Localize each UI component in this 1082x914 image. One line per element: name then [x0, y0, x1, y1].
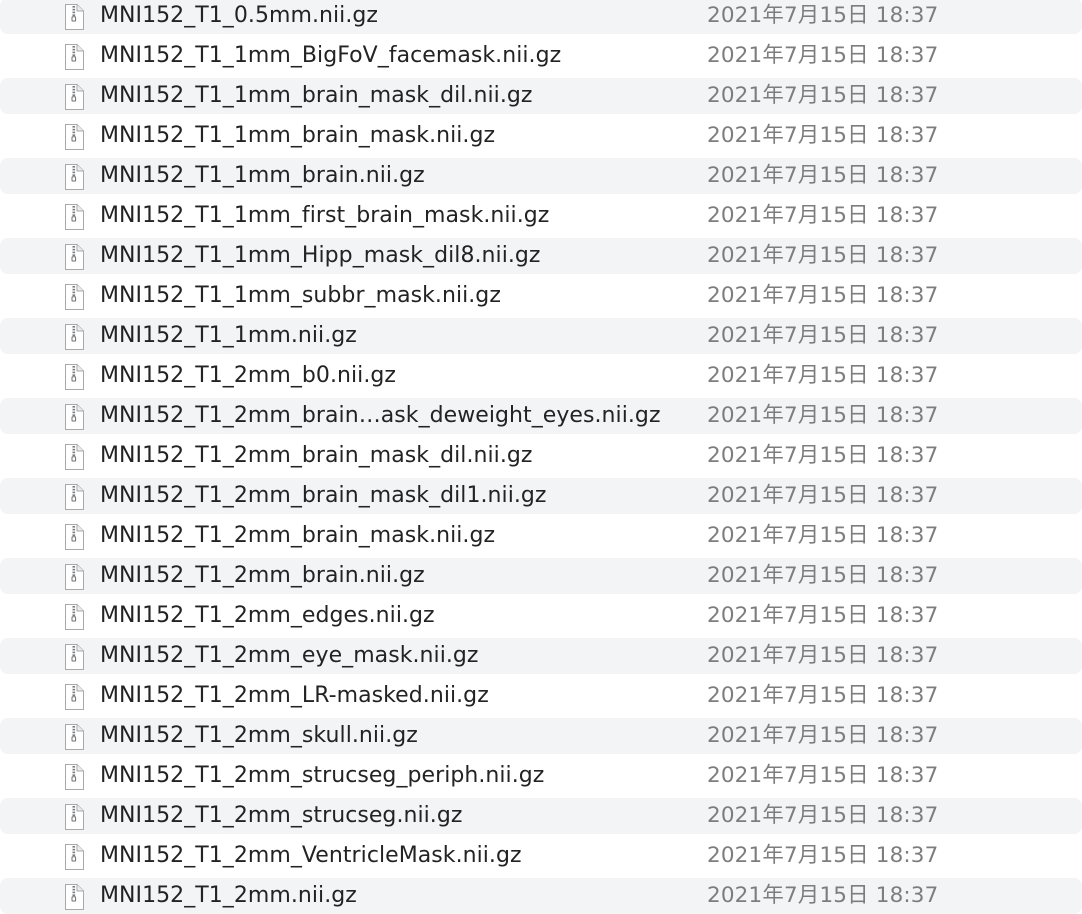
file-name: MNI152_T1_2mm_brain_mask_dil1.nii.gz [100, 483, 547, 508]
file-row[interactable]: MNI152_T1_2mm_brain.nii.gz 2021年7月15日 18… [0, 556, 1082, 596]
document-icon [65, 124, 84, 150]
file-date-modified: 2021年7月15日 18:37 [707, 763, 939, 788]
document-icon [65, 4, 84, 30]
file-row[interactable]: MNI152_T1_2mm_strucseg_periph.nii.gz 202… [0, 756, 1082, 796]
document-icon [65, 164, 84, 190]
file-row[interactable]: MNI152_T1_1mm_subbr_mask.nii.gz 2021年7月1… [0, 276, 1082, 316]
document-icon [65, 724, 84, 750]
file-date-modified: 2021年7月15日 18:37 [707, 283, 939, 308]
file-row[interactable]: MNI152_T1_0.5mm.nii.gz 2021年7月15日 18:37 [0, 0, 1082, 36]
file-row[interactable]: MNI152_T1_2mm_skull.nii.gz 2021年7月15日 18… [0, 716, 1082, 756]
document-icon [65, 284, 84, 310]
file-name: MNI152_T1_2mm.nii.gz [100, 883, 357, 908]
file-date-modified: 2021年7月15日 18:37 [707, 603, 939, 628]
file-name: MNI152_T1_1mm.nii.gz [100, 323, 357, 348]
document-icon [65, 204, 84, 230]
file-name: MNI152_T1_0.5mm.nii.gz [100, 3, 378, 28]
document-icon [65, 364, 84, 390]
file-date-modified: 2021年7月15日 18:37 [707, 483, 939, 508]
file-date-modified: 2021年7月15日 18:37 [707, 683, 939, 708]
file-row[interactable]: MNI152_T1_2mm_eye_mask.nii.gz 2021年7月15日… [0, 636, 1082, 676]
file-date-modified: 2021年7月15日 18:37 [707, 643, 939, 668]
file-name: MNI152_T1_2mm_brain.nii.gz [100, 563, 425, 588]
document-icon [65, 44, 84, 70]
file-date-modified: 2021年7月15日 18:37 [707, 563, 939, 588]
document-icon [65, 244, 84, 270]
document-icon [65, 884, 84, 910]
document-icon [65, 404, 84, 430]
file-row[interactable]: MNI152_T1_1mm_BigFoV_facemask.nii.gz 202… [0, 36, 1082, 76]
file-row[interactable]: MNI152_T1_2mm.nii.gz 2021年7月15日 18:37 [0, 876, 1082, 914]
file-name: MNI152_T1_2mm_edges.nii.gz [100, 603, 435, 628]
file-row[interactable]: MNI152_T1_2mm_strucseg.nii.gz 2021年7月15日… [0, 796, 1082, 836]
file-rows: MNI152_T1_0.5mm.nii.gz 2021年7月15日 18:37 … [0, 0, 1082, 914]
file-name: MNI152_T1_2mm_VentricleMask.nii.gz [100, 843, 522, 868]
document-icon [65, 644, 84, 670]
file-name: MNI152_T1_2mm_eye_mask.nii.gz [100, 643, 479, 668]
file-name: MNI152_T1_1mm_Hipp_mask_dil8.nii.gz [100, 243, 541, 268]
file-row[interactable]: MNI152_T1_2mm_brain_mask_dil.nii.gz 2021… [0, 436, 1082, 476]
file-name: MNI152_T1_2mm_brain…ask_deweight_eyes.ni… [100, 403, 661, 428]
file-row[interactable]: MNI152_T1_2mm_b0.nii.gz 2021年7月15日 18:37 [0, 356, 1082, 396]
file-name: MNI152_T1_1mm_brain_mask_dil.nii.gz [100, 83, 533, 108]
file-name: MNI152_T1_2mm_b0.nii.gz [100, 363, 396, 388]
file-name: MNI152_T1_2mm_brain_mask.nii.gz [100, 523, 496, 548]
file-name: MNI152_T1_2mm_strucseg_periph.nii.gz [100, 763, 545, 788]
file-date-modified: 2021年7月15日 18:37 [707, 723, 939, 748]
file-row[interactable]: MNI152_T1_2mm_edges.nii.gz 2021年7月15日 18… [0, 596, 1082, 636]
file-row[interactable]: MNI152_T1_1mm_brain_mask.nii.gz 2021年7月1… [0, 116, 1082, 156]
document-icon [65, 564, 84, 590]
document-icon [65, 524, 84, 550]
file-name: MNI152_T1_2mm_strucseg.nii.gz [100, 803, 463, 828]
file-row[interactable]: MNI152_T1_1mm_Hipp_mask_dil8.nii.gz 2021… [0, 236, 1082, 276]
file-date-modified: 2021年7月15日 18:37 [707, 843, 939, 868]
file-row[interactable]: MNI152_T1_2mm_VentricleMask.nii.gz 2021年… [0, 836, 1082, 876]
file-row[interactable]: MNI152_T1_1mm.nii.gz 2021年7月15日 18:37 [0, 316, 1082, 356]
document-icon [65, 804, 84, 830]
file-row[interactable]: MNI152_T1_1mm_brain.nii.gz 2021年7月15日 18… [0, 156, 1082, 196]
file-date-modified: 2021年7月15日 18:37 [707, 363, 939, 388]
file-date-modified: 2021年7月15日 18:37 [707, 163, 939, 188]
file-name: MNI152_T1_1mm_BigFoV_facemask.nii.gz [100, 43, 562, 68]
file-date-modified: 2021年7月15日 18:37 [707, 203, 939, 228]
file-date-modified: 2021年7月15日 18:37 [707, 883, 939, 908]
file-name: MNI152_T1_2mm_brain_mask_dil.nii.gz [100, 443, 533, 468]
file-name: MNI152_T1_1mm_first_brain_mask.nii.gz [100, 203, 550, 228]
file-name: MNI152_T1_1mm_brain.nii.gz [100, 163, 425, 188]
file-date-modified: 2021年7月15日 18:37 [707, 83, 939, 108]
document-icon [65, 484, 84, 510]
file-row[interactable]: MNI152_T1_2mm_LR-masked.nii.gz 2021年7月15… [0, 676, 1082, 716]
file-date-modified: 2021年7月15日 18:37 [707, 403, 939, 428]
file-date-modified: 2021年7月15日 18:37 [707, 3, 939, 28]
file-date-modified: 2021年7月15日 18:37 [707, 323, 939, 348]
document-icon [65, 84, 84, 110]
file-name: MNI152_T1_2mm_LR-masked.nii.gz [100, 683, 489, 708]
file-date-modified: 2021年7月15日 18:37 [707, 803, 939, 828]
file-row[interactable]: MNI152_T1_2mm_brain_mask_dil1.nii.gz 202… [0, 476, 1082, 516]
document-icon [65, 764, 84, 790]
file-list: MNI152_T1_0.5mm.nii.gz 2021年7月15日 18:37 … [0, 0, 1082, 914]
file-date-modified: 2021年7月15日 18:37 [707, 243, 939, 268]
document-icon [65, 324, 84, 350]
file-row[interactable]: MNI152_T1_1mm_brain_mask_dil.nii.gz 2021… [0, 76, 1082, 116]
file-date-modified: 2021年7月15日 18:37 [707, 43, 939, 68]
file-date-modified: 2021年7月15日 18:37 [707, 123, 939, 148]
file-date-modified: 2021年7月15日 18:37 [707, 443, 939, 468]
file-name: MNI152_T1_1mm_subbr_mask.nii.gz [100, 283, 501, 308]
file-name: MNI152_T1_1mm_brain_mask.nii.gz [100, 123, 496, 148]
document-icon [65, 684, 84, 710]
file-row[interactable]: MNI152_T1_2mm_brain_mask.nii.gz 2021年7月1… [0, 516, 1082, 556]
file-date-modified: 2021年7月15日 18:37 [707, 523, 939, 548]
file-row[interactable]: MNI152_T1_2mm_brain…ask_deweight_eyes.ni… [0, 396, 1082, 436]
file-row[interactable]: MNI152_T1_1mm_first_brain_mask.nii.gz 20… [0, 196, 1082, 236]
document-icon [65, 444, 84, 470]
file-name: MNI152_T1_2mm_skull.nii.gz [100, 723, 418, 748]
document-icon [65, 844, 84, 870]
document-icon [65, 604, 84, 630]
